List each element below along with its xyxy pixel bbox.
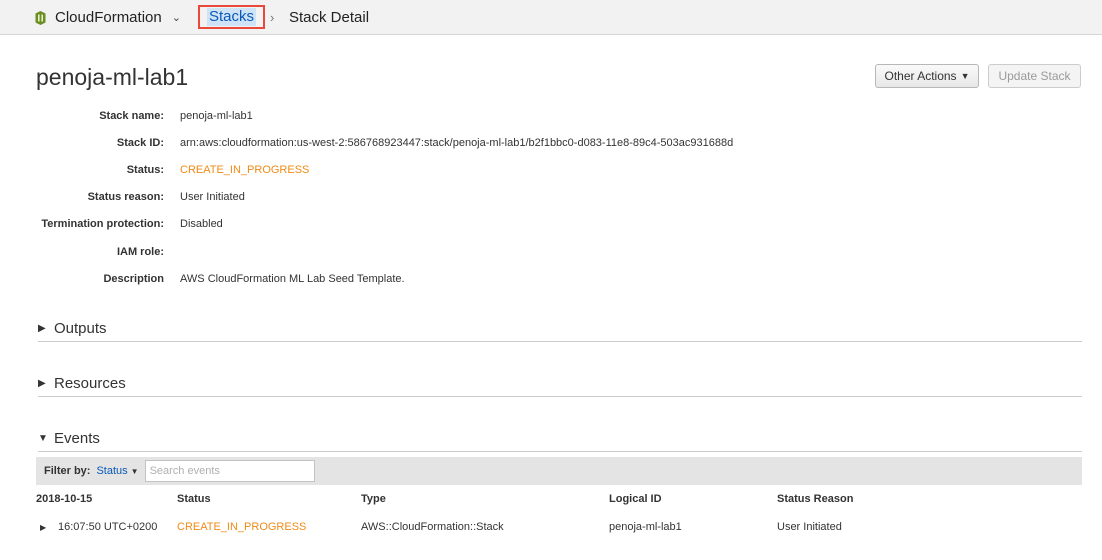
- section-title-events: Events: [54, 429, 100, 447]
- breadcrumb-current: Stack Detail: [289, 9, 370, 26]
- section-divider: [38, 396, 1082, 397]
- detail-value: penoja-ml-lab1: [180, 110, 253, 122]
- detail-row-status: Status: CREATE_IN_PROGRESS: [0, 164, 310, 180]
- event-status-reason: User Initiated: [777, 521, 842, 533]
- column-header-date: 2018-10-15: [36, 493, 93, 505]
- column-header-logical-id: Logical ID: [609, 493, 662, 505]
- status-value: CREATE_IN_PROGRESS: [180, 164, 310, 176]
- breadcrumb-stacks-link[interactable]: Stacks: [207, 8, 257, 26]
- breadcrumb-separator: ›: [270, 10, 275, 25]
- column-header-status-reason: Status Reason: [777, 493, 854, 505]
- expand-row-icon[interactable]: ▶: [40, 523, 46, 532]
- detail-value: Disabled: [180, 218, 223, 230]
- section-divider: [38, 451, 1082, 452]
- service-menu[interactable]: CloudFormation ⌄: [34, 9, 181, 26]
- detail-label: Status:: [126, 164, 164, 176]
- detail-row-stack-name: Stack name: penoja-ml-lab1: [0, 110, 253, 126]
- detail-label: Description: [103, 273, 164, 285]
- column-header-status: Status: [177, 493, 211, 505]
- collapse-down-icon: ▼: [38, 432, 48, 444]
- column-header-type: Type: [361, 493, 386, 505]
- detail-row-stack-id: Stack ID: arn:aws:cloudformation:us-west…: [0, 137, 733, 153]
- detail-label: IAM role:: [116, 246, 164, 258]
- section-title-resources: Resources: [54, 374, 126, 392]
- expand-right-icon: ▶: [38, 377, 46, 389]
- events-section-toggle[interactable]: ▼ Events: [38, 428, 1082, 448]
- caret-down-icon: ▼: [130, 467, 139, 476]
- event-type: AWS::CloudFormation::Stack: [361, 521, 504, 533]
- top-navigation-bar: CloudFormation ⌄ Stacks › Stack Detail: [0, 0, 1102, 35]
- filter-label: Filter by:: [44, 465, 91, 477]
- event-time: 16:07:50 UTC+0200: [58, 521, 158, 533]
- section-title-outputs: Outputs: [54, 319, 107, 337]
- chevron-down-icon: ⌄: [171, 12, 181, 24]
- detail-row-termination-protection: Termination protection: Disabled: [0, 218, 223, 234]
- page-title: penoja-ml-lab1: [36, 64, 189, 90]
- detail-row-status-reason: Status reason: User Initiated: [0, 191, 245, 207]
- cloudformation-icon: [35, 10, 46, 25]
- event-status: CREATE_IN_PROGRESS: [177, 521, 307, 533]
- update-stack-button[interactable]: Update Stack: [988, 64, 1081, 88]
- expand-right-icon: ▶: [38, 322, 46, 334]
- event-logical-id: penoja-ml-lab1: [609, 521, 682, 533]
- detail-value: User Initiated: [180, 191, 245, 203]
- outputs-section-toggle[interactable]: ▶ Outputs: [38, 318, 1082, 338]
- detail-label: Stack ID:: [116, 137, 164, 149]
- detail-label: Stack name:: [99, 110, 164, 122]
- service-name: CloudFormation: [55, 9, 162, 26]
- resources-section-toggle[interactable]: ▶ Resources: [38, 373, 1082, 393]
- events-filter-bar: Filter by: Status ▼: [36, 457, 1082, 485]
- detail-label: Termination protection:: [41, 218, 164, 230]
- caret-down-icon: ▼: [960, 71, 970, 81]
- detail-row-iam-role: IAM role:: [0, 246, 180, 262]
- update-stack-label: Update Stack: [998, 69, 1071, 83]
- other-actions-label: Other Actions: [884, 69, 957, 83]
- breadcrumb-stacks-highlight: Stacks: [198, 5, 266, 29]
- detail-value: AWS CloudFormation ML Lab Seed Template.: [180, 273, 405, 285]
- detail-label: Status reason:: [87, 191, 164, 203]
- detail-value: arn:aws:cloudformation:us-west-2:5867689…: [180, 137, 734, 149]
- search-events-input[interactable]: [144, 460, 315, 482]
- filter-status-dropdown[interactable]: Status ▼: [96, 465, 138, 477]
- other-actions-button[interactable]: Other Actions ▼: [875, 64, 979, 88]
- detail-row-description: Description AWS CloudFormation ML Lab Se…: [0, 273, 405, 289]
- filter-status-value: Status: [96, 465, 128, 477]
- section-divider: [38, 341, 1082, 342]
